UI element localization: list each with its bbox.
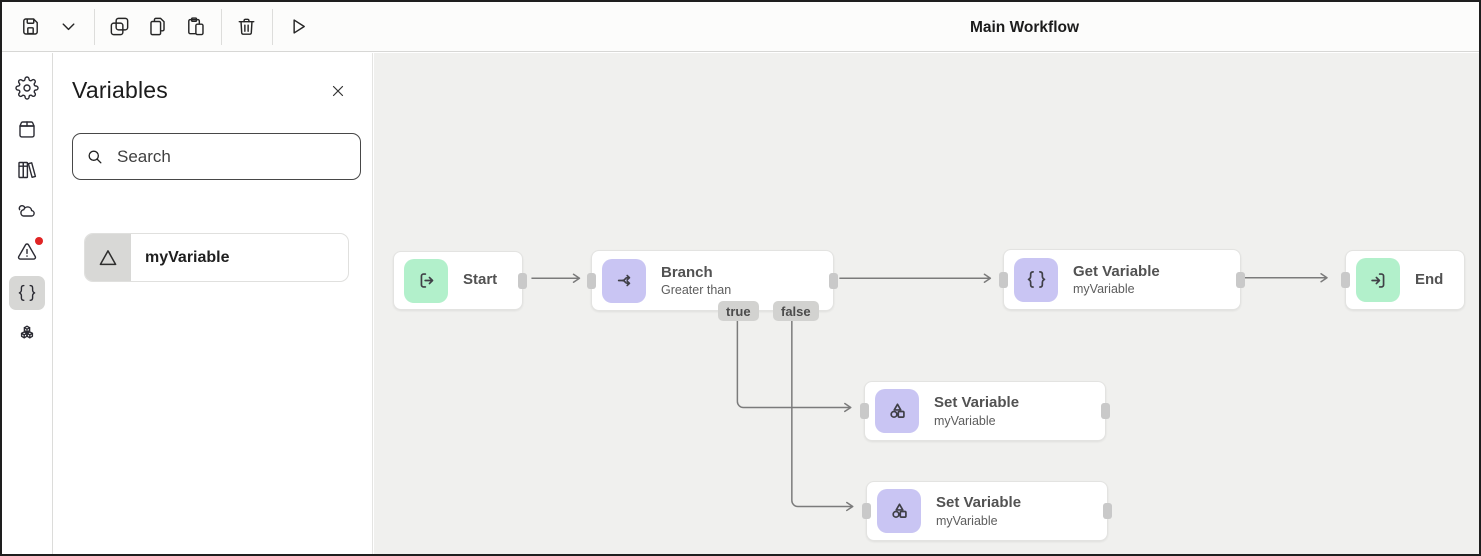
node-title: Get Variable xyxy=(1073,263,1160,282)
output-port[interactable] xyxy=(1103,503,1112,519)
toolbar-separator xyxy=(272,9,273,45)
braces-icon xyxy=(15,281,39,305)
input-port[interactable] xyxy=(587,273,596,289)
close-icon xyxy=(329,82,347,100)
node-subtitle: Greater than xyxy=(661,283,731,297)
variables-panel: Variables myVariable xyxy=(53,53,373,554)
sidebar-item-library[interactable] xyxy=(9,153,45,187)
save-button[interactable] xyxy=(14,11,46,43)
variable-list-item[interactable]: myVariable xyxy=(84,233,349,282)
end-icon xyxy=(1356,258,1400,302)
branch-icon xyxy=(602,259,646,303)
paste-button[interactable] xyxy=(179,11,211,43)
node-subtitle: myVariable xyxy=(936,514,1021,528)
delete-button[interactable] xyxy=(230,11,262,43)
node-set-variable-false[interactable]: Set Variable myVariable xyxy=(866,481,1108,541)
input-port[interactable] xyxy=(999,272,1008,288)
workflow-editor-window: Main Workflow xyxy=(0,0,1481,556)
node-title: Start xyxy=(463,271,497,290)
save-menu-button[interactable] xyxy=(52,11,84,43)
library-icon xyxy=(15,158,39,182)
sidebar-item-variables[interactable] xyxy=(9,276,45,310)
input-port[interactable] xyxy=(862,503,871,519)
edge-branch-true-setvariable[interactable] xyxy=(737,318,850,407)
node-start[interactable]: Start xyxy=(393,251,523,310)
edge-branch-false-setvariable[interactable] xyxy=(792,318,852,506)
braces-icon xyxy=(1014,258,1058,302)
node-subtitle: myVariable xyxy=(934,414,1019,428)
play-icon xyxy=(286,15,309,38)
run-button[interactable] xyxy=(281,11,313,43)
branch-output-false-label: false xyxy=(773,301,819,321)
panel-close-button[interactable] xyxy=(326,79,350,103)
variable-name: myVariable xyxy=(145,249,230,267)
search-icon xyxy=(85,147,105,167)
search-box xyxy=(72,133,361,180)
sidebar-item-settings[interactable] xyxy=(9,71,45,105)
copy-button[interactable] xyxy=(141,11,173,43)
toolbar-separator xyxy=(94,9,95,45)
paste-icon xyxy=(184,15,207,38)
variable-type-cell xyxy=(85,234,131,281)
workflow-title: Main Workflow xyxy=(932,19,1117,37)
start-icon xyxy=(404,259,448,303)
sidebar-item-packages[interactable] xyxy=(9,112,45,146)
node-title: Set Variable xyxy=(934,394,1019,413)
panel-title: Variables xyxy=(72,77,168,104)
sidebar-item-alerts[interactable] xyxy=(9,235,45,269)
save-icon xyxy=(19,15,42,38)
top-toolbar: Main Workflow xyxy=(2,2,1479,52)
cloud-icon xyxy=(15,199,39,223)
node-title: Branch xyxy=(661,264,731,283)
node-subtitle: myVariable xyxy=(1073,282,1160,296)
edge-layer xyxy=(374,53,1479,554)
box-icon xyxy=(15,117,39,141)
copy-icon xyxy=(146,15,169,38)
duplicate-icon xyxy=(108,15,131,38)
output-port[interactable] xyxy=(1236,272,1245,288)
left-icon-rail xyxy=(2,53,53,554)
workflow-canvas[interactable]: Start Branch Greater than xyxy=(374,53,1479,554)
input-port[interactable] xyxy=(1341,272,1350,288)
cubes-icon xyxy=(15,322,39,346)
shapes-icon xyxy=(877,489,921,533)
input-port[interactable] xyxy=(860,403,869,419)
output-port[interactable] xyxy=(829,273,838,289)
toolbar-separator xyxy=(221,9,222,45)
output-port[interactable] xyxy=(518,273,527,289)
node-title: End xyxy=(1415,271,1443,290)
search-input[interactable] xyxy=(115,146,348,168)
notification-dot xyxy=(35,237,43,245)
node-end[interactable]: End xyxy=(1345,250,1465,310)
sidebar-item-cloud[interactable] xyxy=(9,194,45,228)
duplicate-button[interactable] xyxy=(103,11,135,43)
node-get-variable[interactable]: Get Variable myVariable xyxy=(1003,249,1241,310)
sidebar-item-blocks[interactable] xyxy=(9,317,45,351)
node-set-variable-true[interactable]: Set Variable myVariable xyxy=(864,381,1106,441)
output-port[interactable] xyxy=(1101,403,1110,419)
shapes-icon xyxy=(875,389,919,433)
node-title: Set Variable xyxy=(936,494,1021,513)
branch-output-true-label: true xyxy=(718,301,759,321)
gear-icon xyxy=(15,76,39,100)
trash-icon xyxy=(235,15,258,38)
chevron-down-icon xyxy=(57,15,80,38)
triangle-icon xyxy=(95,245,121,271)
